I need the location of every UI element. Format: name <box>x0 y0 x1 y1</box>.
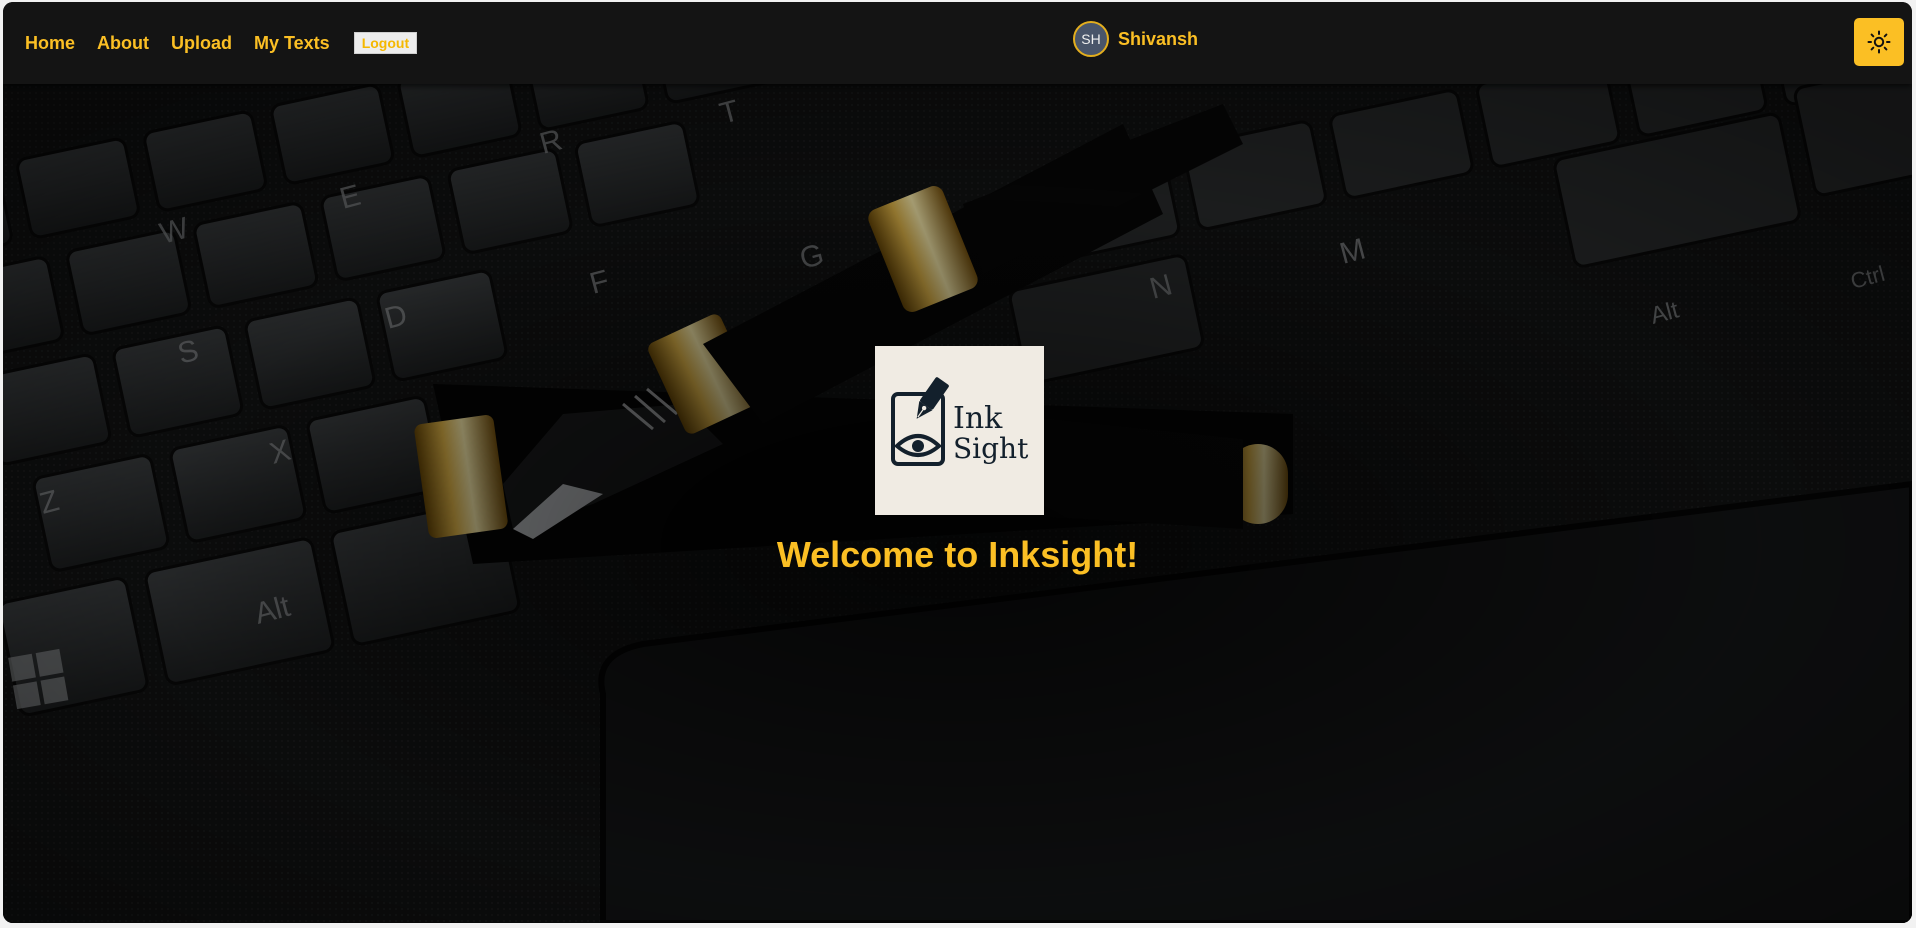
nav-links: Home About Upload My Texts Logout <box>25 2 418 84</box>
nav-home-link[interactable]: Home <box>25 33 75 54</box>
theme-toggle-button[interactable] <box>1854 18 1904 66</box>
username: Shivansh <box>1118 28 1199 49</box>
avatar[interactable]: SH <box>1073 21 1109 57</box>
hero-section: W E R T S D F G X Z Alt N M Alt Ctrl <box>3 84 1912 923</box>
app-window: Home About Upload My Texts Logout SH Shi… <box>3 2 1912 923</box>
inksight-logo-graphic: Ink Sight <box>891 377 1029 466</box>
sun-icon <box>1867 30 1891 54</box>
navbar: Home About Upload My Texts Logout SH Shi… <box>3 2 1912 84</box>
nav-my-texts-link[interactable]: My Texts <box>254 33 330 54</box>
nav-upload-link[interactable]: Upload <box>171 33 232 54</box>
logo-text-sight: Sight <box>953 432 1029 465</box>
welcome-heading: Welcome to Inksight! <box>776 534 1139 575</box>
inksight-logo: Ink Sight <box>875 346 1044 515</box>
nav-about-link[interactable]: About <box>97 33 149 54</box>
logo-text-ink: Ink <box>953 401 1003 436</box>
user-profile[interactable]: SH Shivansh <box>1073 19 1198 59</box>
logout-button[interactable]: Logout <box>353 32 418 54</box>
